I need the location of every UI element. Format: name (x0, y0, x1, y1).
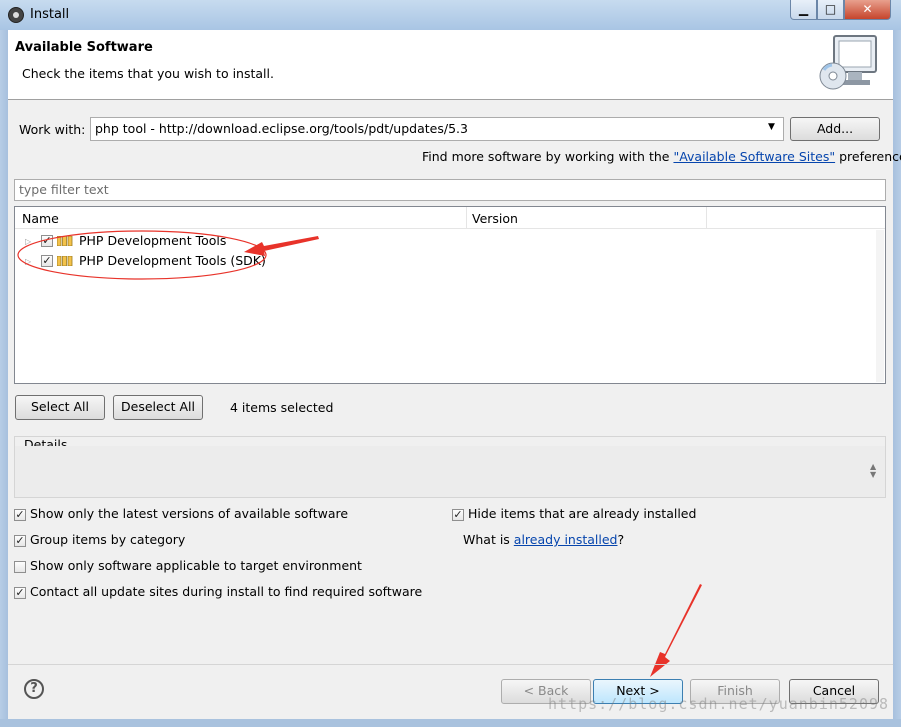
checkbox-group-by-category[interactable]: ✓ (14, 534, 26, 547)
help-icon[interactable]: ? (24, 679, 44, 699)
option-contact-update-sites[interactable]: ✓ Contact all update sites during install… (14, 584, 422, 599)
details-text-area (15, 446, 885, 497)
option-label: Group items by category (30, 532, 186, 547)
option-label: Contact all update sites during install … (30, 584, 423, 599)
footer-separator (8, 664, 893, 665)
checkbox-target-environment[interactable] (14, 560, 26, 573)
option-group-by-category[interactable]: ✓ Group items by category (14, 532, 185, 547)
option-label: Show only the latest versions of availab… (30, 506, 349, 521)
option-latest-versions[interactable]: ✓ Show only the latest versions of availa… (14, 506, 348, 521)
already-installed-link[interactable]: already installed (514, 532, 618, 547)
details-scroll-arrows-icon[interactable]: ▲ ▼ (870, 463, 876, 479)
checkbox-contact-update-sites[interactable]: ✓ (14, 586, 26, 599)
option-label: Show only software applicable to target … (30, 558, 362, 573)
select-all-button[interactable]: Select All (15, 395, 105, 420)
option-hide-installed[interactable]: ✓ Hide items that are already installed (452, 506, 696, 521)
what-is-suffix: ? (617, 532, 625, 547)
what-is-installed: What is already installed? (463, 532, 624, 547)
checkbox-latest-versions[interactable]: ✓ (14, 508, 26, 521)
deselect-all-button[interactable]: Deselect All (113, 395, 203, 420)
what-is-prefix: What is (463, 532, 510, 547)
selection-status: 4 items selected (230, 400, 334, 415)
option-target-environment[interactable]: Show only software applicable to target … (14, 558, 362, 573)
checkbox-hide-installed[interactable]: ✓ (452, 508, 464, 521)
option-label: Hide items that are already installed (468, 506, 697, 521)
annotation-overlay (17, 230, 702, 677)
watermark: https://blog.csdn.net/yuanbin52098 (548, 695, 890, 713)
